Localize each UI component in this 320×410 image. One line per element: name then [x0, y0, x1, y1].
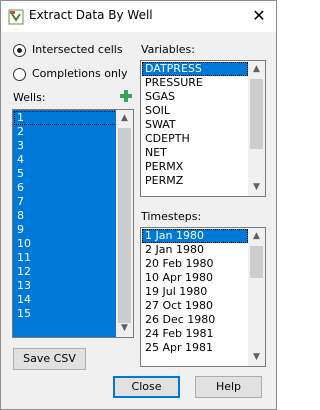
wells-list-item[interactable]: 5: [14, 167, 117, 181]
variables-list-item[interactable]: NET: [142, 146, 248, 160]
wells-list-item[interactable]: 10: [14, 237, 117, 251]
timesteps-label: Timesteps:: [141, 210, 202, 223]
wells-scrollbar[interactable]: ▲ ▼: [116, 110, 133, 337]
wells-list-item[interactable]: 9: [14, 223, 117, 237]
timesteps-list-item[interactable]: 25 Apr 1981: [142, 341, 248, 355]
variables-list-item[interactable]: DATPRESS: [142, 62, 248, 76]
timesteps-scrollbar[interactable]: ▲ ▼: [248, 228, 265, 366]
wells-list-item[interactable]: 2: [14, 125, 117, 139]
dialog-window: Extract Data By Well ✕ Intersected cells…: [0, 0, 277, 410]
scroll-down-icon[interactable]: ▼: [248, 349, 265, 366]
variables-list-item[interactable]: PERMX: [142, 160, 248, 174]
timesteps-list-item[interactable]: 24 Feb 1981: [142, 327, 248, 341]
completions-only-label: Completions only: [32, 67, 128, 80]
variables-list-item[interactable]: SOIL: [142, 104, 248, 118]
timesteps-list-item[interactable]: 26 Dec 1980: [142, 313, 248, 327]
variables-label: Variables:: [141, 43, 195, 56]
timesteps-scroll-thumb[interactable]: [250, 246, 263, 278]
plus-icon[interactable]: [119, 89, 133, 103]
help-button[interactable]: Help: [195, 376, 262, 398]
wells-list[interactable]: 1 2 3 4 5 6 7 8 9 10 11 12 13 14 15 ▲ ▼: [12, 109, 134, 338]
variables-list-item[interactable]: CDEPTH: [142, 132, 248, 146]
variables-list-item[interactable]: PERMZ: [142, 174, 248, 188]
wells-scroll-thumb[interactable]: [118, 128, 131, 323]
wells-list-item[interactable]: 11: [14, 251, 117, 265]
save-csv-button[interactable]: Save CSV: [13, 348, 86, 370]
timesteps-list-item[interactable]: 2 Jan 1980: [142, 243, 248, 257]
timesteps-list-item[interactable]: 1 Jan 1980: [142, 229, 248, 243]
variables-list-item[interactable]: SGAS: [142, 90, 248, 104]
timesteps-list-item[interactable]: 19 Jul 1980: [142, 285, 248, 299]
timesteps-list[interactable]: 1 Jan 1980 2 Jan 1980 20 Feb 1980 10 Apr 19…: [140, 227, 266, 367]
intersected-cells-label: Intersected cells: [32, 43, 123, 56]
wells-list-item[interactable]: 3: [14, 139, 117, 153]
intersected-cells-radio[interactable]: [13, 44, 26, 57]
timesteps-list-item[interactable]: 20 Feb 1980: [142, 257, 248, 271]
timesteps-list-item[interactable]: 10 Apr 1980: [142, 271, 248, 285]
variables-scroll-thumb[interactable]: [250, 79, 263, 149]
wells-list-item[interactable]: 13: [14, 279, 117, 293]
title-bar: Extract Data By Well ✕: [1, 1, 276, 32]
timesteps-list-item[interactable]: 27 Oct 1980: [142, 299, 248, 313]
scroll-up-icon[interactable]: ▲: [248, 61, 265, 78]
window-title: Extract Data By Well: [29, 8, 153, 22]
wells-list-item[interactable]: 4: [14, 153, 117, 167]
variables-list-item[interactable]: SWAT: [142, 118, 248, 132]
variables-list-item[interactable]: PRESSURE: [142, 76, 248, 90]
wells-list-item[interactable]: 12: [14, 265, 117, 279]
variables-scrollbar[interactable]: ▲ ▼: [248, 61, 265, 196]
variables-list[interactable]: DATPRESS PRESSURE SGAS SOIL SWAT CDEPTH NET PER…: [140, 60, 266, 197]
scroll-down-icon[interactable]: ▼: [248, 179, 265, 196]
wells-list-item[interactable]: 14: [14, 293, 117, 307]
completions-only-radio[interactable]: [13, 68, 26, 81]
scroll-up-icon[interactable]: ▲: [248, 228, 265, 245]
wells-list-item[interactable]: 15: [14, 307, 117, 321]
scroll-down-icon[interactable]: ▼: [116, 320, 133, 337]
close-window-button[interactable]: ✕: [248, 5, 270, 27]
close-button[interactable]: Close: [113, 376, 180, 398]
wells-list-item[interactable]: 6: [14, 181, 117, 195]
wells-list-item[interactable]: 1: [14, 111, 117, 125]
wells-list-item[interactable]: 8: [14, 209, 117, 223]
wells-label: Wells:: [13, 91, 46, 104]
scroll-up-icon[interactable]: ▲: [116, 110, 133, 127]
app-icon: [8, 9, 24, 25]
wells-list-item[interactable]: 7: [14, 195, 117, 209]
